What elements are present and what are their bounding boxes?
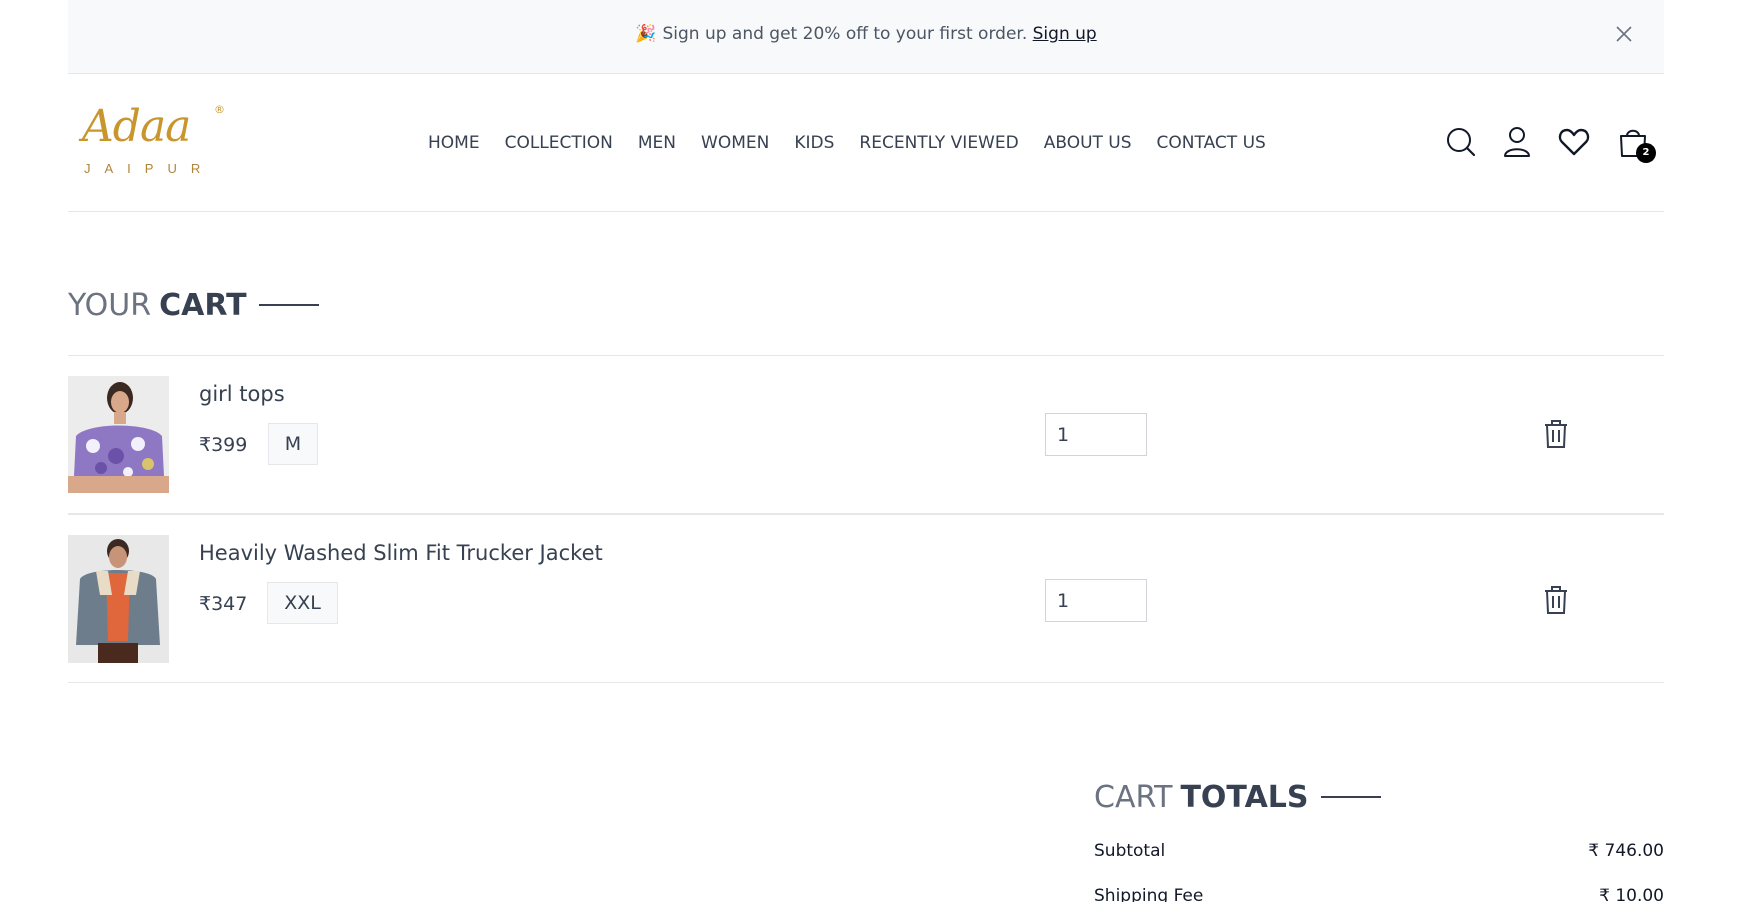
size-badge: M xyxy=(268,423,318,465)
nav-men[interactable]: MEN xyxy=(638,133,676,153)
brand-logo[interactable]: Adaa ® JAIPUR xyxy=(82,101,225,181)
signup-link[interactable]: Sign up xyxy=(1033,24,1097,44)
trash-icon[interactable] xyxy=(1542,585,1570,615)
search-icon[interactable] xyxy=(1444,125,1478,159)
totals-title-bold: TOTALS xyxy=(1180,779,1309,815)
close-icon[interactable] xyxy=(1612,22,1636,46)
size-badge: XXL xyxy=(267,582,338,624)
announcement-text-wrap: 🎉 Sign up and get 20% off to your first o… xyxy=(68,24,1664,44)
cart-title-bold: CART xyxy=(159,287,247,323)
logo-subtitle: JAIPUR xyxy=(84,161,215,176)
product-name[interactable]: Heavily Washed Slim Fit Trucker Jacket xyxy=(199,541,603,565)
logo-script: Adaa xyxy=(82,101,191,152)
subtotal-value: ₹ 746.00 xyxy=(1588,841,1664,861)
cart-title: YOUR CART xyxy=(68,287,319,323)
shipping-label: Shipping Fee xyxy=(1094,886,1204,902)
header-icons: 2 xyxy=(1444,125,1664,163)
cart-button[interactable]: 2 xyxy=(1616,125,1656,163)
party-emoji-icon: 🎉 xyxy=(635,24,657,44)
trash-icon[interactable] xyxy=(1542,419,1570,449)
nav-women[interactable]: WOMEN xyxy=(701,133,769,153)
title-divider-line xyxy=(1320,796,1381,798)
product-price: ₹347 xyxy=(199,593,248,615)
shipping-value: ₹ 10.00 xyxy=(1599,886,1664,902)
announcement-text: Sign up and get 20% off to your first or… xyxy=(662,24,1028,44)
quantity-input[interactable] xyxy=(1045,413,1147,456)
heart-icon[interactable] xyxy=(1557,125,1591,159)
cart-totals-title: CART TOTALS xyxy=(1094,779,1664,815)
nav-kids[interactable]: KIDS xyxy=(794,133,834,153)
site-header: Adaa ® JAIPUR HOME COLLECTION MEN WOMEN … xyxy=(68,75,1664,212)
product-image[interactable] xyxy=(68,535,169,663)
cart-title-light: YOUR xyxy=(68,287,152,323)
announcement-bar: 🎉 Sign up and get 20% off to your first o… xyxy=(68,0,1664,74)
subtotal-row: Subtotal ₹ 746.00 xyxy=(1094,841,1664,861)
nav-collection[interactable]: COLLECTION xyxy=(505,133,613,153)
totals-title-light: CART xyxy=(1094,779,1173,815)
main-nav: HOME COLLECTION MEN WOMEN KIDS RECENTLY … xyxy=(428,133,1291,153)
page-container: 🎉 Sign up and get 20% off to your first o… xyxy=(68,0,1664,902)
user-icon[interactable] xyxy=(1500,125,1534,159)
cart-item-row: Heavily Washed Slim Fit Trucker Jacket ₹… xyxy=(68,513,1664,683)
cart-count-badge: 2 xyxy=(1636,143,1656,163)
quantity-input[interactable] xyxy=(1045,579,1147,622)
product-price: ₹399 xyxy=(199,434,248,456)
subtotal-label: Subtotal xyxy=(1094,841,1166,861)
nav-recently-viewed[interactable]: RECENTLY VIEWED xyxy=(859,133,1018,153)
product-name[interactable]: girl tops xyxy=(199,382,285,406)
cart-totals: CART TOTALS Subtotal ₹ 746.00 Shipping F… xyxy=(1094,779,1664,902)
product-image[interactable] xyxy=(68,376,169,493)
cart-item-row: girl tops ₹399 M xyxy=(68,355,1664,513)
nav-home[interactable]: HOME xyxy=(428,133,480,153)
title-divider-line xyxy=(258,304,319,306)
logo-registered-mark: ® xyxy=(214,103,225,116)
shipping-row: Shipping Fee ₹ 10.00 xyxy=(1094,886,1664,902)
nav-contact-us[interactable]: CONTACT US xyxy=(1157,133,1266,153)
nav-about-us[interactable]: ABOUT US xyxy=(1044,133,1132,153)
